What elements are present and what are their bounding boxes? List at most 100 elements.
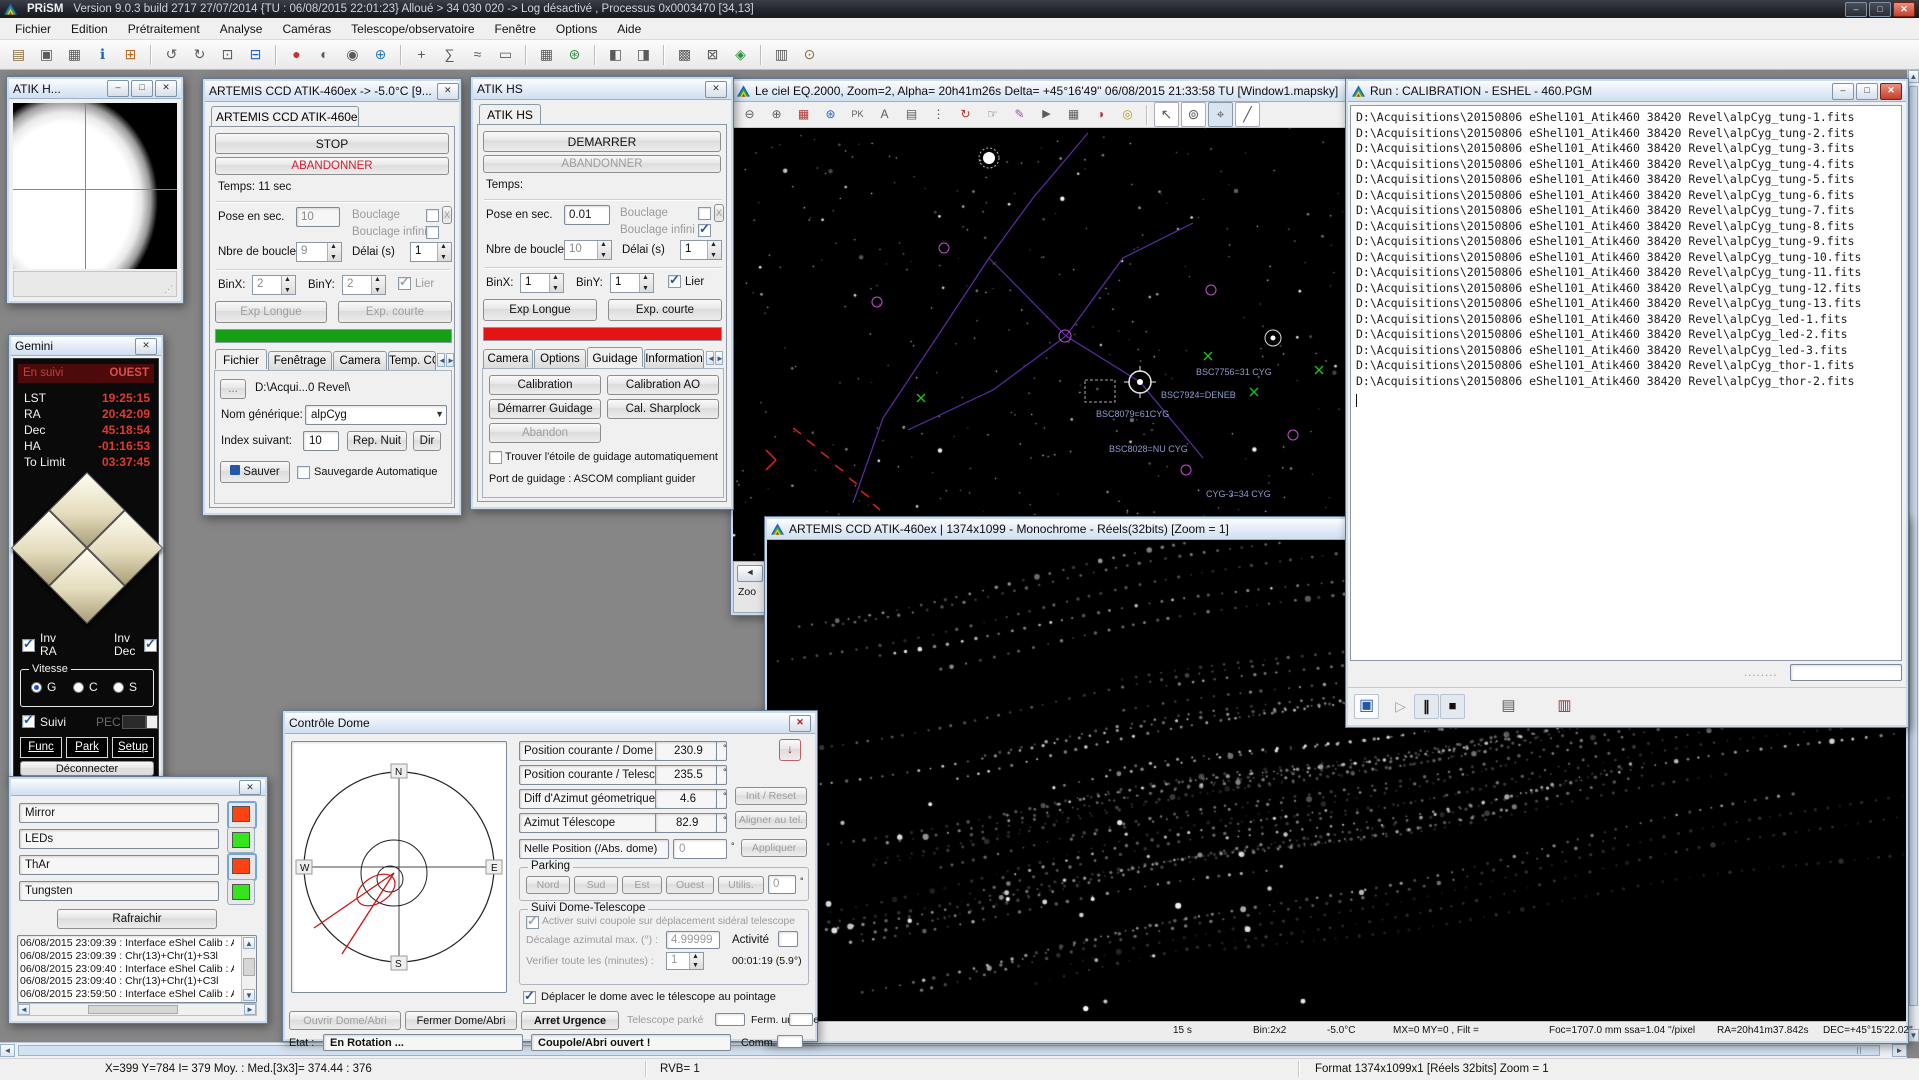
browse-button[interactable]: ... xyxy=(220,379,246,399)
start-button[interactable]: DEMARRER xyxy=(483,131,721,152)
dome-sync-button[interactable]: ↓ xyxy=(779,739,801,761)
tab-camera[interactable]: Camera xyxy=(483,349,533,369)
stepper-arrows-icon[interactable] xyxy=(281,276,295,294)
tab-scroll-left-icon[interactable]: ◄ xyxy=(437,353,445,367)
dir-button[interactable]: Dir xyxy=(413,431,441,451)
point-icon[interactable]: ☞ xyxy=(980,102,1005,127)
nloops-stepper[interactable]: 10 xyxy=(564,240,612,260)
scroll-down-icon[interactable]: ▼ xyxy=(243,989,255,1001)
resize-grip-icon[interactable]: ⋰ xyxy=(164,284,173,295)
close-dome-button[interactable]: Fermer Dome/Abri xyxy=(405,1011,517,1030)
cancel-x-button[interactable]: X xyxy=(714,204,724,222)
abort-button[interactable]: ABANDONNER xyxy=(483,155,721,173)
planning-icon[interactable]: ⊞ xyxy=(118,42,143,67)
info-icon[interactable]: ℹ xyxy=(90,42,115,67)
long-exposure-button[interactable]: Exp Longue xyxy=(483,299,597,321)
animate-icon[interactable]: ▶ xyxy=(1034,102,1059,127)
tab-fichier[interactable]: Fichier xyxy=(215,349,267,369)
flag-right-icon[interactable]: ◨ xyxy=(631,42,656,67)
rotate-icon[interactable]: ↻ xyxy=(953,102,978,127)
table-icon[interactable]: ▦ xyxy=(1061,102,1086,127)
export-icon[interactable]: ⊟ xyxy=(243,42,268,67)
atik-h-titlebar[interactable]: ATIK H... – □ ✕ xyxy=(9,79,181,99)
crosshair-icon[interactable]: + xyxy=(409,42,434,67)
max-azimuth-offset-input[interactable]: 4.99999 xyxy=(666,931,720,949)
run-script-icon[interactable]: ▷ xyxy=(1388,694,1413,719)
rep-nuit-button[interactable]: Rep. Nuit xyxy=(347,431,407,451)
tab-scroll-right-icon[interactable]: ► xyxy=(715,351,723,365)
exposure-input[interactable]: 10 xyxy=(296,207,340,227)
speed-guide-radio[interactable] xyxy=(31,682,42,693)
short-exposure-button[interactable]: Exp. courte xyxy=(338,301,452,323)
init-reset-button[interactable]: Init / Reset xyxy=(735,787,807,805)
cursor-icon[interactable]: ↖ xyxy=(1154,102,1179,127)
abort-button[interactable]: ABANDONNER xyxy=(215,157,449,175)
scroll-up-icon[interactable]: ▲ xyxy=(243,937,255,949)
pause-script-icon[interactable]: ∥ xyxy=(1414,694,1439,719)
curve-icon[interactable]: ≈ xyxy=(465,42,490,67)
flag-left-icon[interactable]: ◧ xyxy=(603,42,628,67)
disconnect-button[interactable]: Déconnecter xyxy=(20,761,154,776)
observatory-icon[interactable]: ⊕ xyxy=(368,42,393,67)
abandon-guiding-button[interactable]: Abandon xyxy=(489,423,601,443)
close-icon[interactable]: ✕ xyxy=(437,83,459,100)
close-icon[interactable]: ✕ xyxy=(789,715,811,732)
maximize-icon[interactable]: □ xyxy=(131,80,153,97)
menu-aide[interactable]: Aide xyxy=(608,19,650,39)
menu-fenetre[interactable]: Fenêtre xyxy=(486,19,545,39)
menu-cameras[interactable]: Caméras xyxy=(273,19,340,39)
app-close-button[interactable]: ✕ xyxy=(1893,2,1915,17)
next-index-input[interactable]: 10 xyxy=(303,431,339,451)
zoom-in-icon[interactable]: ⊕ xyxy=(764,102,789,127)
atik-hs-titlebar[interactable]: ATIK HS ✕ xyxy=(473,79,731,100)
save-button[interactable]: Sauver xyxy=(220,461,290,483)
log-hscrollbar[interactable]: ◄ ► xyxy=(17,1003,257,1016)
tab-temp-ccd[interactable]: Temp. CCI xyxy=(388,351,436,371)
close-icon[interactable]: ✕ xyxy=(155,80,177,97)
guide-target-reticle[interactable] xyxy=(1124,366,1156,398)
camera-red-icon[interactable]: ● xyxy=(284,42,309,67)
loop-checkbox[interactable] xyxy=(426,209,439,222)
menu-pretraitement[interactable]: Prétraitement xyxy=(119,19,209,39)
speed-slew-radio[interactable] xyxy=(113,682,124,693)
setup-button[interactable]: Setup xyxy=(112,737,154,758)
artemis-control-titlebar[interactable]: ARTEMIS CCD ATIK-460ex -> -5.0°C [9... ✕ xyxy=(205,81,459,102)
refresh-button[interactable]: Rafraichir xyxy=(57,909,217,929)
new-position-input[interactable]: 0 xyxy=(673,839,727,859)
app-minimize-button[interactable]: – xyxy=(1845,2,1867,17)
apply-button[interactable]: Appliquer xyxy=(741,839,807,857)
draw-icon[interactable]: ✎ xyxy=(1007,102,1032,127)
save-icon[interactable]: ▣ xyxy=(34,42,59,67)
report-icon[interactable]: ▥ xyxy=(769,42,794,67)
globe-icon[interactable]: ⊛ xyxy=(818,102,843,127)
minimize-icon[interactable]: – xyxy=(107,80,129,97)
tab-artemis-ccd[interactable]: ARTEMIS CCD ATIK-460ex xyxy=(211,106,359,126)
reticle-icon[interactable]: ◎ xyxy=(1115,102,1140,127)
calibration-ao-button[interactable]: Calibration AO xyxy=(607,375,719,395)
scroll-thumb[interactable] xyxy=(243,958,255,976)
generic-name-combo[interactable]: alpCyg ▼ xyxy=(305,405,447,425)
park-west-button[interactable]: Ouest xyxy=(666,876,714,894)
stepper-arrows-icon[interactable] xyxy=(437,243,451,261)
annotate-icon[interactable]: A xyxy=(872,102,897,127)
copy-icon[interactable]: ⊡ xyxy=(215,42,240,67)
calibration-button[interactable]: Calibration xyxy=(489,375,601,395)
tab-options[interactable]: Options xyxy=(534,349,586,369)
eshel-titlebar[interactable]: ✕ xyxy=(11,779,265,796)
tab-guidage[interactable]: Guidage xyxy=(587,347,643,367)
menu-edition[interactable]: Edition xyxy=(62,19,117,39)
log-vscrollbar[interactable]: ▲ ▼ xyxy=(241,936,256,1002)
tab-scroll-right-icon[interactable]: ► xyxy=(446,353,454,367)
ephemeris-icon[interactable]: ⋮ xyxy=(926,102,951,127)
save-all-icon[interactable]: ▦ xyxy=(62,42,87,67)
tab-camera[interactable]: Camera xyxy=(333,351,387,371)
short-exposure-button[interactable]: Exp. courte xyxy=(608,299,722,321)
field-icon[interactable]: ▦ xyxy=(791,102,816,127)
stop-button[interactable]: STOP xyxy=(215,133,449,154)
start-guiding-button[interactable]: Démarrer Guidage xyxy=(489,399,601,419)
stepper-arrows-icon[interactable] xyxy=(689,953,703,969)
focus-icon[interactable]: ◈ xyxy=(728,42,753,67)
camera-target-icon[interactable]: ◉ xyxy=(340,42,365,67)
search-icon[interactable]: ⊚ xyxy=(1181,102,1206,127)
delay-stepper[interactable]: 1 xyxy=(680,240,722,260)
